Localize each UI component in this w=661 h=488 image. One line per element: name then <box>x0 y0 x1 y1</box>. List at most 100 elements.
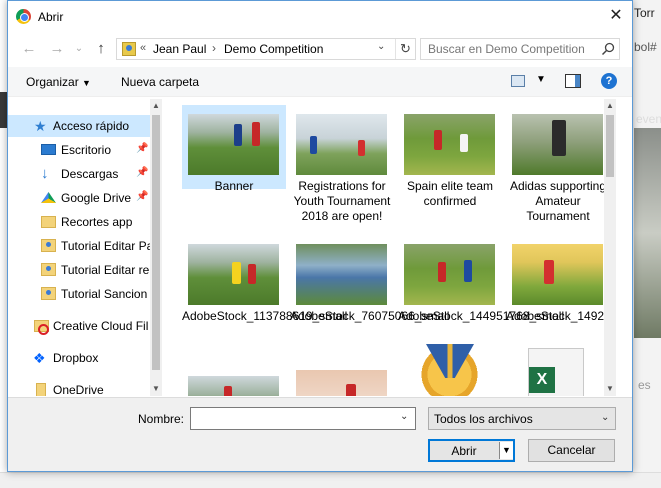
caret-down-icon: ▼ <box>82 78 91 88</box>
view-options-icon[interactable] <box>511 75 525 87</box>
file-item-medal[interactable] <box>398 335 502 396</box>
up-button[interactable]: ↑ <box>90 38 112 60</box>
chevron-down-icon: ⌄ <box>601 412 610 423</box>
sidebar-scrollbar[interactable]: ▲ ▼ <box>150 99 162 396</box>
image-thumbnail <box>188 244 279 305</box>
arrow-right-icon: → <box>49 40 65 57</box>
file-item-image-10[interactable] <box>290 361 394 396</box>
file-item-adobestock-144951768[interactable]: AdobeStock_144951768_small <box>398 235 565 335</box>
medal-thumbnail <box>404 344 495 396</box>
navigation-bar: ← → ⌄ ↑ « Jean Paul › Demo Competition ⌄… <box>8 34 632 64</box>
user-folder-icon <box>41 263 56 276</box>
sidebar-item-label: Escritorio <box>61 143 112 157</box>
filetype-value: Todos los archivos <box>434 412 533 426</box>
sidebar-item-acceso-rapido[interactable]: ★ Acceso rápido <box>8 115 150 137</box>
pin-icon: 📌 <box>136 191 149 202</box>
help-icon: ? <box>605 75 613 87</box>
folder-icon <box>41 216 56 228</box>
file-name: Registrations for Youth Tournament 2018 … <box>293 179 391 223</box>
search-box[interactable]: Buscar en Demo Competition <box>420 38 620 60</box>
image-thumbnail <box>188 114 279 175</box>
open-button[interactable]: Abrir ▼ <box>428 439 515 462</box>
image-thumbnail <box>512 114 603 175</box>
user-folder-icon <box>41 239 56 252</box>
address-bar[interactable]: « Jean Paul › Demo Competition ⌄ ↻ <box>116 38 416 60</box>
dialog-titlebar: Abrir ✕ <box>8 1 632 32</box>
cancel-button[interactable]: Cancelar <box>528 439 615 462</box>
back-button[interactable]: ← <box>18 38 40 60</box>
address-dropdown-icon[interactable]: ⌄ <box>377 41 385 52</box>
sidebar-item-tutorial-editar-re[interactable]: Tutorial Editar re <box>8 259 150 281</box>
sidebar-item-onedrive[interactable]: OneDrive <box>8 379 150 396</box>
file-name: AdobeStock_149215434_small <box>506 309 616 323</box>
file-item-adobestock-76075066[interactable]: AdobeStock_76075066_small <box>290 235 449 335</box>
sidebar-item-label: Tutorial Sancion <box>61 287 148 301</box>
file-scroll-thumb[interactable] <box>606 115 614 177</box>
image-thumbnail <box>512 244 603 305</box>
file-name: AdobeStock_144951768_small <box>398 309 565 323</box>
file-item-spain-elite[interactable]: Spain elite team confirmed <box>398 105 502 208</box>
background-lang-text: es <box>638 378 651 392</box>
file-name: Banner <box>214 179 254 193</box>
close-button[interactable]: ✕ <box>604 5 628 27</box>
sidebar-item-label: Descargas <box>61 167 119 181</box>
filename-input[interactable] <box>190 407 416 430</box>
forward-button[interactable]: → <box>46 38 68 60</box>
background-url-text: bol# <box>634 40 657 54</box>
scroll-up-icon[interactable]: ▲ <box>604 99 616 113</box>
sidebar-scroll-thumb[interactable] <box>152 115 160 370</box>
desktop-icon <box>41 144 56 155</box>
open-file-dialog: Abrir ✕ ← → ⌄ ↑ « Jean Paul › Demo Compe… <box>7 0 633 472</box>
address-segment-demo-competition[interactable]: Demo Competition <box>224 42 323 56</box>
address-segment-jean-paul[interactable]: Jean Paul <box>153 42 206 56</box>
search-input[interactable]: Buscar en Demo Competition <box>428 42 585 56</box>
refresh-button[interactable]: ↻ <box>395 39 415 59</box>
open-options-dropdown[interactable]: ▼ <box>499 442 513 459</box>
sidebar-item-label: Tutorial Editar re <box>61 263 150 277</box>
scroll-down-icon[interactable]: ▼ <box>604 382 616 396</box>
address-overflow[interactable]: « <box>140 42 146 54</box>
file-item-adidas[interactable]: Adidas supporting Amateur Tournament <box>506 105 610 235</box>
arrow-left-icon: ← <box>21 40 37 57</box>
filetype-select[interactable]: Todos los archivos ⌄ <box>428 407 616 430</box>
pin-icon: 📌 <box>136 167 149 178</box>
sidebar-item-escritorio[interactable]: Escritorio 📌 <box>8 139 150 161</box>
sidebar-item-tutorial-sancion[interactable]: Tutorial Sancion <box>8 283 150 305</box>
file-list-scrollbar[interactable]: ▲ ▼ <box>604 99 616 396</box>
address-separator[interactable]: › <box>212 41 216 55</box>
medal-ribbon-icon <box>426 344 474 378</box>
help-button[interactable]: ? <box>601 73 617 89</box>
recent-locations-button[interactable]: ⌄ <box>68 38 90 60</box>
preview-pane-button[interactable] <box>565 74 581 88</box>
chevron-down-icon: ⌄ <box>74 43 84 54</box>
file-item-banner[interactable]: Banner <box>182 105 286 193</box>
organize-menu[interactable]: Organizar ▼ <box>26 75 91 89</box>
sidebar-item-label: Google Drive <box>61 191 132 205</box>
star-icon: ★ <box>34 118 47 134</box>
file-item-adobestock-149215434[interactable]: AdobeStock_149215434_small <box>506 235 616 335</box>
image-thumbnail <box>188 376 279 396</box>
command-toolbar: Organizar ▼ Nueva carpeta ▼ ? <box>8 67 632 97</box>
image-thumbnail <box>296 244 387 305</box>
close-icon: ✕ <box>609 7 623 24</box>
view-dropdown-icon[interactable]: ▼ <box>536 74 546 85</box>
sidebar-item-google-drive[interactable]: Google Drive 📌 <box>8 187 150 209</box>
file-list: Banner Registrations for Youth Tournamen… <box>176 99 616 396</box>
file-item-registrations[interactable]: Registrations for Youth Tournament 2018 … <box>290 105 394 235</box>
file-item-adobestock-113788619[interactable]: AdobeStock_113788619_small <box>182 235 347 335</box>
sidebar-item-tutorial-editar-pa[interactable]: Tutorial Editar Pa <box>8 235 150 257</box>
sidebar-item-recortes-app[interactable]: Recortes app <box>8 211 150 233</box>
scroll-up-icon[interactable]: ▲ <box>150 99 162 113</box>
scroll-down-icon[interactable]: ▼ <box>150 382 162 396</box>
new-folder-button[interactable]: Nueva carpeta <box>121 75 199 89</box>
sidebar-item-dropbox[interactable]: ❖ Dropbox <box>8 347 150 369</box>
sidebar-item-creative-cloud[interactable]: Creative Cloud Fil <box>8 315 150 337</box>
chrome-icon <box>16 9 31 24</box>
dialog-footer: Nombre: ⌄ Todos los archivos ⌄ Abrir ▼ C… <box>8 397 632 471</box>
search-icon <box>601 42 615 56</box>
file-item-excel[interactable]: X <box>506 335 610 396</box>
sidebar-item-descargas[interactable]: ↓ Descargas 📌 <box>8 163 150 185</box>
sidebar-item-label: OneDrive <box>53 383 104 396</box>
file-item-image-9[interactable] <box>182 367 286 396</box>
filename-history-dropdown[interactable]: ⌄ <box>400 411 408 422</box>
